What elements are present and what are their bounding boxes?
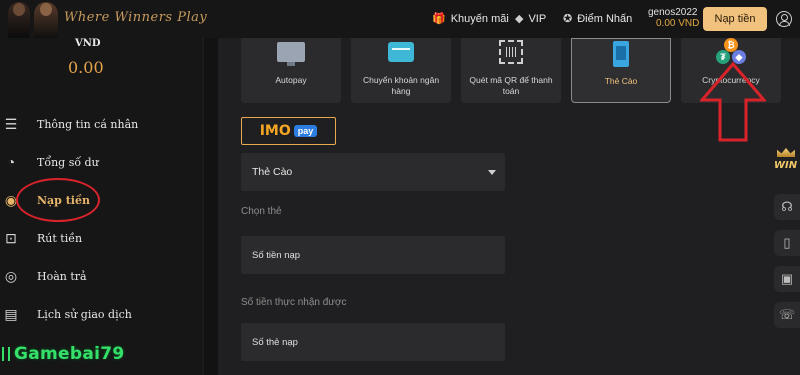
method-label: Chuyển khoản ngân hàng — [362, 75, 440, 96]
imo-pay-provider[interactable]: IMO pay — [241, 117, 336, 145]
watermark-icon — [2, 347, 10, 361]
pie-chart-icon: ◔ — [6, 154, 16, 170]
card-number-field[interactable] — [241, 323, 505, 361]
nav-promotions[interactable]: 🎁 Khuyến mãi — [432, 12, 509, 26]
sidebar-item-label: Rút tiền — [37, 231, 83, 245]
sidebar-item-label: Thông tin cá nhân — [37, 117, 139, 131]
sidebar-item-label: Tổng số dư — [37, 155, 99, 169]
sidebar-item-label: Lịch sử giao dịch — [37, 307, 132, 321]
nav-label: VIP — [528, 12, 547, 25]
card-type-select[interactable]: Thẻ Cào — [241, 153, 505, 191]
user-list-icon: ☰ — [4, 116, 18, 132]
header-balance: 0.00 VND — [656, 18, 700, 29]
mobile-app-button[interactable]: ▯ — [774, 230, 800, 256]
nav-vip[interactable]: ◆ VIP — [515, 12, 547, 26]
method-scratch-card[interactable]: Thẻ Cào — [571, 38, 671, 103]
sidebar-item-withdraw[interactable]: ⊡ Rút tiền — [0, 226, 200, 250]
sidebar-item-label: Hoàn trả — [37, 269, 87, 283]
method-bank-transfer[interactable]: Chuyển khoản ngân hàng — [351, 38, 451, 103]
history-icon: ▤ — [4, 306, 18, 322]
provider-tag: pay — [293, 125, 318, 137]
method-qr[interactable]: Quét mã QR để thanh toán — [461, 38, 561, 103]
agency-button[interactable]: ▣ — [774, 266, 800, 292]
card-type-value: Thẻ Cào — [252, 166, 293, 178]
sidebar-item-history[interactable]: ▤ Lịch sử giao dịch — [0, 302, 200, 326]
brand-ambassadors-image — [4, 0, 62, 38]
win-badge[interactable]: WIN — [772, 148, 800, 182]
method-label: Thẻ Cào — [604, 76, 638, 86]
nav-label: Khuyến mãi — [450, 12, 509, 25]
amount-input[interactable] — [241, 236, 505, 274]
win-label: WIN — [774, 160, 798, 171]
monitor-icon — [277, 42, 305, 66]
crown-icon — [777, 148, 795, 157]
nav-highlights[interactable]: ✪ Điểm Nhấn — [563, 12, 633, 26]
bank-card-icon — [388, 42, 414, 62]
sidebar-divider — [204, 38, 218, 375]
amount-field[interactable] — [241, 236, 505, 274]
username: genos2022 — [648, 7, 698, 18]
diamond-icon: ◆ — [515, 13, 524, 25]
qr-code-icon — [499, 40, 523, 64]
method-autopay[interactable]: Autopay — [241, 38, 341, 103]
nav-label: Điểm Nhấn — [577, 12, 633, 25]
provider-name: IMO — [259, 123, 291, 139]
top-bar: Where Winners Play 🎁 Khuyến mãi ◆ VIP ✪ … — [0, 0, 800, 38]
sidebar-balance: 0.00 — [68, 58, 104, 77]
call-button[interactable]: ☏ — [774, 302, 800, 328]
briefcase-icon: ▣ — [780, 271, 794, 286]
gift-icon: 🎁 — [432, 13, 446, 25]
badge-icon: ✪ — [563, 13, 573, 25]
sidebar-item-total-balance[interactable]: ◔ Tổng số dư — [0, 150, 200, 174]
deposit-button[interactable]: Nạp tiền — [703, 7, 767, 31]
method-label: Quét mã QR để thanh toán — [469, 75, 553, 96]
method-label: Autopay — [275, 75, 307, 85]
headset-icon: ☊ — [781, 199, 793, 214]
withdraw-icon: ⊡ — [5, 230, 17, 246]
refund-icon: ◎ — [4, 268, 18, 284]
card-select-label: Chọn thẻ — [241, 206, 282, 217]
brand-logo[interactable]: Where Winners Play — [64, 10, 207, 25]
telephone-icon: ☏ — [778, 307, 796, 322]
account-icon[interactable] — [776, 11, 792, 27]
annotation-ellipse — [16, 178, 100, 222]
sidebar-item-profile[interactable]: ☰ Thông tin cá nhân — [0, 112, 200, 136]
chevron-down-icon — [488, 170, 496, 175]
support-button[interactable]: ☊ — [774, 194, 800, 220]
received-amount-label: Số tiền thực nhận được — [241, 297, 347, 308]
annotation-arrow — [700, 62, 766, 142]
phone-icon: ▯ — [783, 235, 791, 250]
currency-label: VND — [75, 38, 101, 49]
sidebar-item-refund[interactable]: ◎ Hoàn trả — [0, 264, 200, 288]
watermark-text: Gamebai79 — [14, 344, 125, 364]
phone-card-icon — [613, 41, 629, 67]
card-number-input[interactable] — [241, 323, 505, 361]
